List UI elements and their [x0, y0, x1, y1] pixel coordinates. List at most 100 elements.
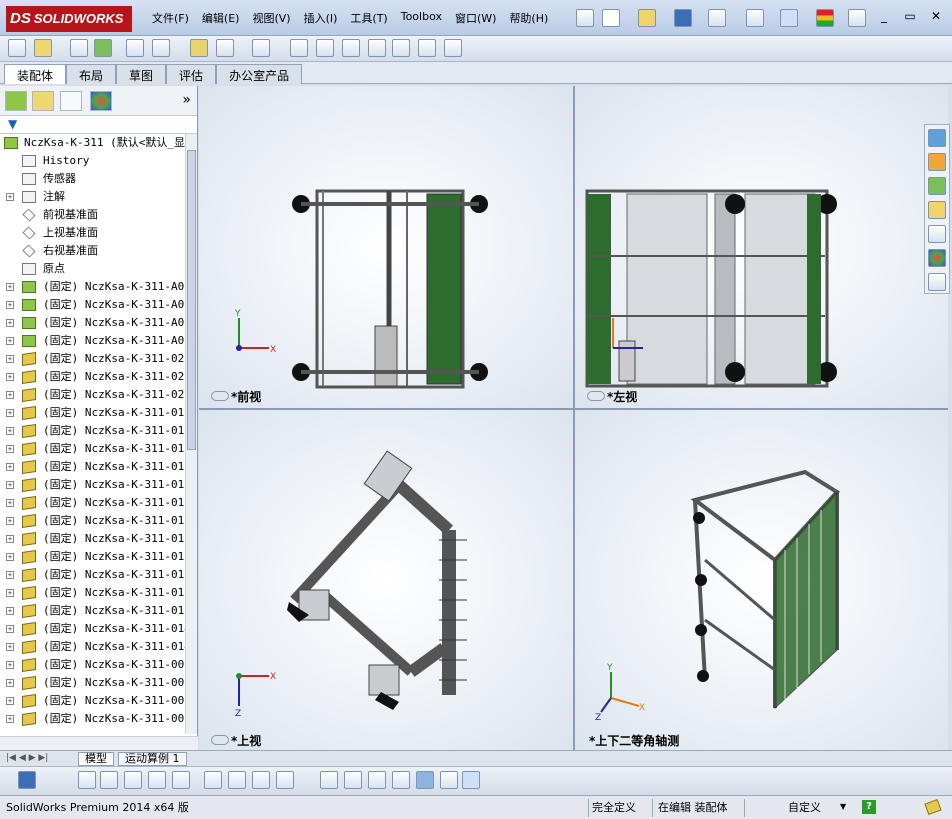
view-link-icon[interactable] — [587, 391, 605, 401]
tree-component-row[interactable]: + (固定) NczKsa-K-311-A01 — [0, 314, 186, 332]
instant3d-icon[interactable] — [444, 39, 462, 57]
offset-icon[interactable] — [204, 771, 222, 789]
save-icon[interactable] — [674, 9, 692, 27]
menu-insert[interactable]: 插入(I) — [304, 10, 338, 26]
configuration-manager-icon[interactable] — [60, 91, 82, 111]
dimension-icon[interactable] — [252, 771, 270, 789]
tab-assembly[interactable]: 装配体 — [4, 64, 67, 84]
tree-component-row[interactable]: + (固定) NczKsa-K-311-016 — [0, 494, 186, 512]
expand-icon[interactable]: + — [6, 553, 14, 561]
viewport-isometric[interactable]: Y X Z *上下二等角轴测 — [575, 410, 948, 750]
pin-icon[interactable] — [576, 9, 594, 27]
expand-icon[interactable]: + — [6, 571, 14, 579]
select-icon[interactable] — [780, 9, 798, 27]
menu-toolbox[interactable]: Toolbox — [401, 10, 442, 26]
new-motion-icon[interactable] — [290, 39, 308, 57]
move-component-icon[interactable] — [152, 39, 170, 57]
tree-component-row[interactable]: + (固定) NczKsa-K-311-016 — [0, 512, 186, 530]
mate-icon[interactable] — [34, 39, 52, 57]
file-explorer-icon[interactable] — [928, 201, 946, 219]
smart-fastener-icon[interactable] — [126, 39, 144, 57]
tree-component-row[interactable]: + (固定) NczKsa-K-311-026 — [0, 386, 186, 404]
menu-help[interactable]: 帮助(H) — [509, 10, 548, 26]
view-link-icon[interactable] — [211, 391, 229, 401]
units-dropdown-icon[interactable]: ▼ — [840, 802, 846, 811]
solidworks-logo[interactable]: DS SOLIDWORKS — [6, 6, 132, 32]
expand-icon[interactable]: + — [6, 607, 14, 615]
mirror-icon[interactable] — [148, 771, 166, 789]
tab-scroll-arrows[interactable]: |◀ ◀ ▶ ▶| — [6, 753, 48, 763]
tree-filter[interactable]: ▼ — [0, 116, 197, 134]
filter-icon[interactable]: ▼ — [8, 117, 17, 131]
graphics-area[interactable]: Y X *前视 ⊡ ⊡ ❐ ✕ — [199, 86, 950, 750]
expand-panel-icon[interactable]: » — [182, 92, 191, 108]
sketch-plane-icon[interactable] — [368, 771, 386, 789]
convert-icon[interactable] — [172, 771, 190, 789]
grid-icon[interactable] — [320, 771, 338, 789]
feature-tree-icon[interactable] — [5, 91, 27, 111]
corner-icon[interactable] — [276, 771, 294, 789]
expand-icon[interactable]: + — [6, 319, 14, 327]
menu-file[interactable]: 文件(F) — [152, 10, 189, 26]
tree-component-row[interactable]: + (固定) NczKsa-K-311-016 — [0, 602, 186, 620]
tree-component-row[interactable]: + (固定) NczKsa-K-311-012 — [0, 404, 186, 422]
assembly-feature-icon[interactable] — [216, 39, 234, 57]
expand-icon[interactable]: + — [6, 643, 14, 651]
undo-icon[interactable] — [746, 9, 764, 27]
menu-window[interactable]: 窗口(W) — [455, 10, 496, 26]
expand-icon[interactable]: + — [6, 463, 14, 471]
save-icon[interactable] — [18, 771, 36, 789]
expand-icon[interactable]: + — [6, 499, 14, 507]
tree-component-row[interactable]: + (固定) NczKsa-K-311-016 — [0, 458, 186, 476]
expand-icon[interactable]: + — [6, 301, 14, 309]
tree-component-row[interactable]: + (固定) NczKsa-K-311-016 — [0, 440, 186, 458]
tree-component-row[interactable]: + (固定) NczKsa-K-311-016 — [0, 566, 186, 584]
expand-icon[interactable]: + — [6, 535, 14, 543]
tree-component-row[interactable]: + (固定) NczKsa-K-311-016 — [0, 476, 186, 494]
tree-component-row[interactable]: + (固定) NczKsa-K-311-014 — [0, 638, 186, 656]
clearance-icon[interactable] — [418, 39, 436, 57]
close-icon[interactable]: ✕ — [928, 9, 944, 23]
restore-icon[interactable]: ▭ — [902, 9, 918, 23]
point-icon[interactable] — [78, 771, 96, 789]
tag-icon[interactable] — [924, 798, 942, 816]
tree-item[interactable]: + 注解 — [0, 188, 186, 206]
tree-horizontal-scrollbar[interactable] — [0, 736, 198, 750]
table-icon[interactable] — [462, 771, 480, 789]
pane-divider-vertical[interactable] — [573, 86, 575, 750]
tree-item[interactable]: 传感器 — [0, 170, 186, 188]
tree-item[interactable]: 前视基准面 — [0, 206, 186, 224]
interference-icon[interactable] — [392, 39, 410, 57]
tree-component-row[interactable]: + (固定) NczKsa-K-311-012 — [0, 422, 186, 440]
tree-component-row[interactable]: + (固定) NczKsa-K-311-021 — [0, 368, 186, 386]
open-icon[interactable] — [638, 9, 656, 27]
tree-component-row[interactable]: + (固定) NczKsa-K-311-006 — [0, 674, 186, 692]
expand-icon[interactable]: + — [6, 661, 14, 669]
reference-geometry-icon[interactable] — [252, 39, 270, 57]
pane-divider-horizontal[interactable] — [199, 408, 948, 410]
expand-icon[interactable]: + — [6, 283, 14, 291]
shaded-icon[interactable] — [416, 771, 434, 789]
help-button[interactable]: ? — [862, 800, 876, 814]
expand-icon[interactable]: + — [6, 517, 14, 525]
tree-component-row[interactable]: + (固定) NczKsa-K-311-006 — [0, 710, 186, 728]
expand-icon[interactable]: + — [6, 427, 14, 435]
scroll-thumb[interactable] — [187, 150, 196, 450]
print-icon[interactable] — [708, 9, 726, 27]
viewport-front[interactable]: Y X *前视 — [199, 86, 573, 408]
help-icon[interactable] — [848, 9, 866, 27]
tree-item[interactable]: 上视基准面 — [0, 224, 186, 242]
insert-component-icon[interactable] — [8, 39, 26, 57]
tab-sketch[interactable]: 草图 — [116, 64, 167, 84]
design-library-icon[interactable] — [928, 177, 946, 195]
line-icon[interactable] — [100, 771, 118, 789]
expand-icon[interactable]: + — [6, 445, 14, 453]
custom-properties-icon[interactable] — [928, 273, 946, 291]
tab-office-products[interactable]: 办公室产品 — [216, 64, 303, 84]
expand-icon[interactable]: + — [6, 409, 14, 417]
wireframe-icon[interactable] — [392, 771, 410, 789]
expand-icon[interactable]: + — [6, 193, 14, 201]
tab-evaluate[interactable]: 评估 — [166, 64, 217, 84]
display-manager-icon[interactable] — [90, 91, 112, 111]
tree-item[interactable]: History — [0, 152, 186, 170]
